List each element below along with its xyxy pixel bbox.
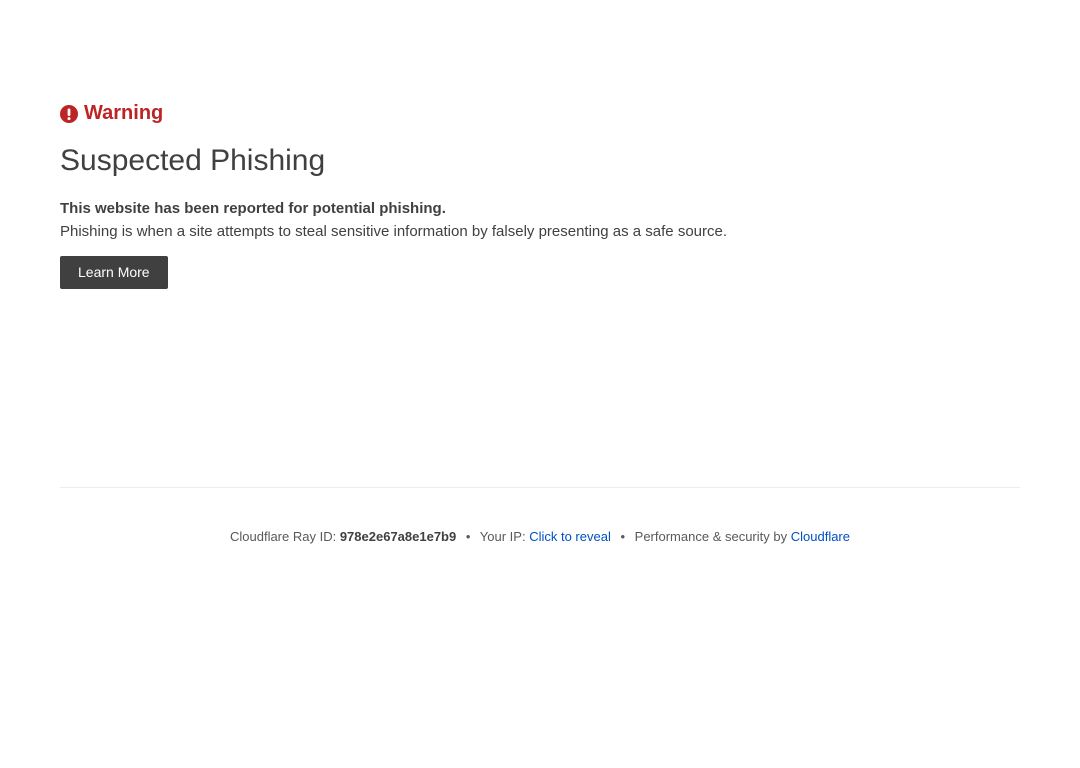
exclamation-circle-icon: [60, 104, 78, 123]
footer-divider: [60, 487, 1020, 488]
reported-notice: This website has been reported for poten…: [60, 200, 446, 217]
warning-label: Warning: [84, 102, 164, 124]
ray-id-label: Cloudflare Ray ID:: [229, 529, 337, 544]
learn-more-button[interactable]: Learn More: [60, 256, 168, 289]
page-title: Suspected Phishing: [60, 144, 326, 177]
page: Warning Suspected Phishing This website …: [0, 0, 1080, 768]
phishing-description: Phishing is when a site attempts to stea…: [60, 223, 728, 240]
main-content: Warning Suspected Phishing This website …: [60, 100, 1020, 289]
footer-separator: •: [620, 529, 626, 544]
ip-label: Your IP:: [479, 529, 526, 544]
performance-label: Performance & security by: [634, 529, 788, 544]
ray-id-value: 978e2e67a8e1e7b9: [339, 529, 457, 544]
warning-header: Warning: [60, 100, 1020, 126]
reveal-ip-link[interactable]: Click to reveal: [529, 529, 611, 544]
footer-separator: •: [465, 529, 471, 544]
cloudflare-link[interactable]: Cloudflare: [791, 529, 850, 544]
footer: Cloudflare Ray ID: 978e2e67a8e1e7b9 • Yo…: [0, 528, 1080, 546]
